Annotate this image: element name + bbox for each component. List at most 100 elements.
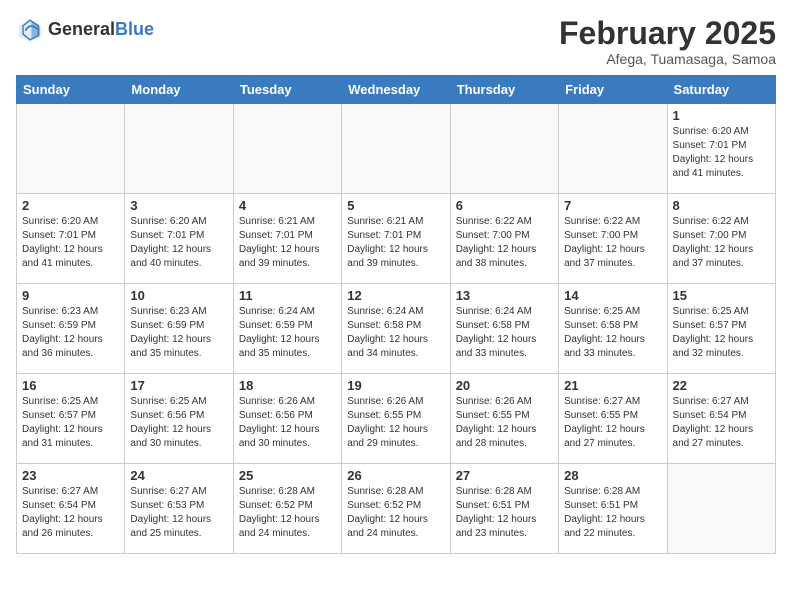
weekday-header-wednesday: Wednesday [342, 76, 450, 104]
day-number: 3 [130, 198, 227, 213]
calendar-week-2: 2 Sunrise: 6:20 AM Sunset: 7:01 PM Daylig… [17, 194, 776, 284]
calendar-week-3: 9Sunrise: 6:23 AM Sunset: 6:59 PM Daylig… [17, 284, 776, 374]
calendar-cell: 11 Sunrise: 6:24 AM Sunset: 6:59 PM Dayli… [233, 284, 341, 374]
day-number: 6 [456, 198, 553, 213]
calendar-cell: 27 Sunrise: 6:28 AM Sunset: 6:51 PM Dayli… [450, 464, 558, 554]
calendar-cell: 18 Sunrise: 6:26 AM Sunset: 6:56 PM Dayli… [233, 374, 341, 464]
calendar-cell: 14 Sunrise: 6:25 AM Sunset: 6:58 PM Dayli… [559, 284, 667, 374]
calendar-cell [125, 104, 233, 194]
page-header: GeneralBlue February 2025 Afega, Tuamasa… [16, 16, 776, 67]
calendar-cell: 13 Sunrise: 6:24 AM Sunset: 6:58 PM Dayli… [450, 284, 558, 374]
day-number: 18 [239, 378, 336, 393]
calendar-cell: 21 Sunrise: 6:27 AM Sunset: 6:55 PM Dayli… [559, 374, 667, 464]
day-info: Sunrise: 6:25 AM Sunset: 6:57 PM Dayligh… [673, 305, 770, 361]
calendar-cell: 12Sunrise: 6:24 AM Sunset: 6:58 PM Dayli… [342, 284, 450, 374]
day-number: 23 [22, 468, 119, 483]
day-number: 20 [456, 378, 553, 393]
day-number: 19 [347, 378, 444, 393]
calendar-cell: 9Sunrise: 6:23 AM Sunset: 6:59 PM Daylig… [17, 284, 125, 374]
calendar-cell: 19 Sunrise: 6:26 AM Sunset: 6:55 PM Dayli… [342, 374, 450, 464]
day-number: 26 [347, 468, 444, 483]
day-info: Sunrise: 6:22 AM Sunset: 7:00 PM Dayligh… [673, 215, 770, 271]
weekday-header-row: SundayMondayTuesdayWednesdayThursdayFrid… [17, 76, 776, 104]
calendar-cell: 24 Sunrise: 6:27 AM Sunset: 6:53 PM Dayli… [125, 464, 233, 554]
calendar-table: SundayMondayTuesdayWednesdayThursdayFrid… [16, 75, 776, 554]
calendar-cell: 15 Sunrise: 6:25 AM Sunset: 6:57 PM Dayli… [667, 284, 775, 374]
day-number: 15 [673, 288, 770, 303]
day-info: Sunrise: 6:26 AM Sunset: 6:55 PM Dayligh… [347, 395, 444, 451]
calendar-cell: 17 Sunrise: 6:25 AM Sunset: 6:56 PM Dayli… [125, 374, 233, 464]
day-number: 12 [347, 288, 444, 303]
calendar-cell [450, 104, 558, 194]
calendar-cell: 25Sunrise: 6:28 AM Sunset: 6:52 PM Dayli… [233, 464, 341, 554]
day-number: 4 [239, 198, 336, 213]
calendar-cell [342, 104, 450, 194]
calendar-cell: 1 Sunrise: 6:20 AM Sunset: 7:01 PM Daylig… [667, 104, 775, 194]
calendar-cell: 7Sunrise: 6:22 AM Sunset: 7:00 PM Daylig… [559, 194, 667, 284]
day-info: Sunrise: 6:27 AM Sunset: 6:54 PM Dayligh… [673, 395, 770, 451]
day-number: 8 [673, 198, 770, 213]
calendar-cell: 4 Sunrise: 6:21 AM Sunset: 7:01 PM Daylig… [233, 194, 341, 284]
day-info: Sunrise: 6:27 AM Sunset: 6:54 PM Dayligh… [22, 485, 119, 541]
calendar-cell [559, 104, 667, 194]
day-number: 21 [564, 378, 661, 393]
day-number: 1 [673, 108, 770, 123]
day-number: 25 [239, 468, 336, 483]
day-number: 5 [347, 198, 444, 213]
day-info: Sunrise: 6:27 AM Sunset: 6:55 PM Dayligh… [564, 395, 661, 451]
day-info: Sunrise: 6:20 AM Sunset: 7:01 PM Dayligh… [673, 125, 770, 181]
day-info: Sunrise: 6:25 AM Sunset: 6:56 PM Dayligh… [130, 395, 227, 451]
day-info: Sunrise: 6:23 AM Sunset: 6:59 PM Dayligh… [22, 305, 119, 361]
logo-icon [16, 16, 44, 44]
day-number: 28 [564, 468, 661, 483]
calendar-cell: 26Sunrise: 6:28 AM Sunset: 6:52 PM Dayli… [342, 464, 450, 554]
day-info: Sunrise: 6:28 AM Sunset: 6:51 PM Dayligh… [564, 485, 661, 541]
day-number: 24 [130, 468, 227, 483]
calendar-week-5: 23 Sunrise: 6:27 AM Sunset: 6:54 PM Dayli… [17, 464, 776, 554]
day-info: Sunrise: 6:20 AM Sunset: 7:01 PM Dayligh… [22, 215, 119, 271]
month-year-title: February 2025 [559, 16, 776, 51]
day-info: Sunrise: 6:25 AM Sunset: 6:58 PM Dayligh… [564, 305, 661, 361]
calendar-cell: 23 Sunrise: 6:27 AM Sunset: 6:54 PM Dayli… [17, 464, 125, 554]
logo-text: GeneralBlue [48, 20, 154, 40]
day-info: Sunrise: 6:23 AM Sunset: 6:59 PM Dayligh… [130, 305, 227, 361]
logo: GeneralBlue [16, 16, 154, 44]
weekday-header-thursday: Thursday [450, 76, 558, 104]
calendar-week-4: 16Sunrise: 6:25 AM Sunset: 6:57 PM Dayli… [17, 374, 776, 464]
day-number: 11 [239, 288, 336, 303]
day-info: Sunrise: 6:26 AM Sunset: 6:56 PM Dayligh… [239, 395, 336, 451]
day-number: 7 [564, 198, 661, 213]
title-section: February 2025 Afega, Tuamasaga, Samoa [559, 16, 776, 67]
weekday-header-saturday: Saturday [667, 76, 775, 104]
day-info: Sunrise: 6:21 AM Sunset: 7:01 PM Dayligh… [239, 215, 336, 271]
calendar-cell: 2 Sunrise: 6:20 AM Sunset: 7:01 PM Daylig… [17, 194, 125, 284]
calendar-cell: 8 Sunrise: 6:22 AM Sunset: 7:00 PM Daylig… [667, 194, 775, 284]
day-info: Sunrise: 6:26 AM Sunset: 6:55 PM Dayligh… [456, 395, 553, 451]
weekday-header-monday: Monday [125, 76, 233, 104]
weekday-header-tuesday: Tuesday [233, 76, 341, 104]
location-subtitle: Afega, Tuamasaga, Samoa [559, 51, 776, 67]
calendar-cell: 22Sunrise: 6:27 AM Sunset: 6:54 PM Dayli… [667, 374, 775, 464]
calendar-cell [233, 104, 341, 194]
day-number: 14 [564, 288, 661, 303]
day-info: Sunrise: 6:21 AM Sunset: 7:01 PM Dayligh… [347, 215, 444, 271]
calendar-cell: 16Sunrise: 6:25 AM Sunset: 6:57 PM Dayli… [17, 374, 125, 464]
day-info: Sunrise: 6:24 AM Sunset: 6:58 PM Dayligh… [456, 305, 553, 361]
day-number: 2 [22, 198, 119, 213]
calendar-week-1: 1 Sunrise: 6:20 AM Sunset: 7:01 PM Daylig… [17, 104, 776, 194]
calendar-cell: 5 Sunrise: 6:21 AM Sunset: 7:01 PM Daylig… [342, 194, 450, 284]
calendar-cell: 10Sunrise: 6:23 AM Sunset: 6:59 PM Dayli… [125, 284, 233, 374]
day-number: 27 [456, 468, 553, 483]
day-info: Sunrise: 6:27 AM Sunset: 6:53 PM Dayligh… [130, 485, 227, 541]
calendar-cell: 3 Sunrise: 6:20 AM Sunset: 7:01 PM Daylig… [125, 194, 233, 284]
day-number: 16 [22, 378, 119, 393]
weekday-header-sunday: Sunday [17, 76, 125, 104]
calendar-cell: 6Sunrise: 6:22 AM Sunset: 7:00 PM Daylig… [450, 194, 558, 284]
calendar-cell [667, 464, 775, 554]
day-info: Sunrise: 6:24 AM Sunset: 6:59 PM Dayligh… [239, 305, 336, 361]
day-number: 13 [456, 288, 553, 303]
day-info: Sunrise: 6:28 AM Sunset: 6:51 PM Dayligh… [456, 485, 553, 541]
weekday-header-friday: Friday [559, 76, 667, 104]
day-number: 17 [130, 378, 227, 393]
day-info: Sunrise: 6:20 AM Sunset: 7:01 PM Dayligh… [130, 215, 227, 271]
